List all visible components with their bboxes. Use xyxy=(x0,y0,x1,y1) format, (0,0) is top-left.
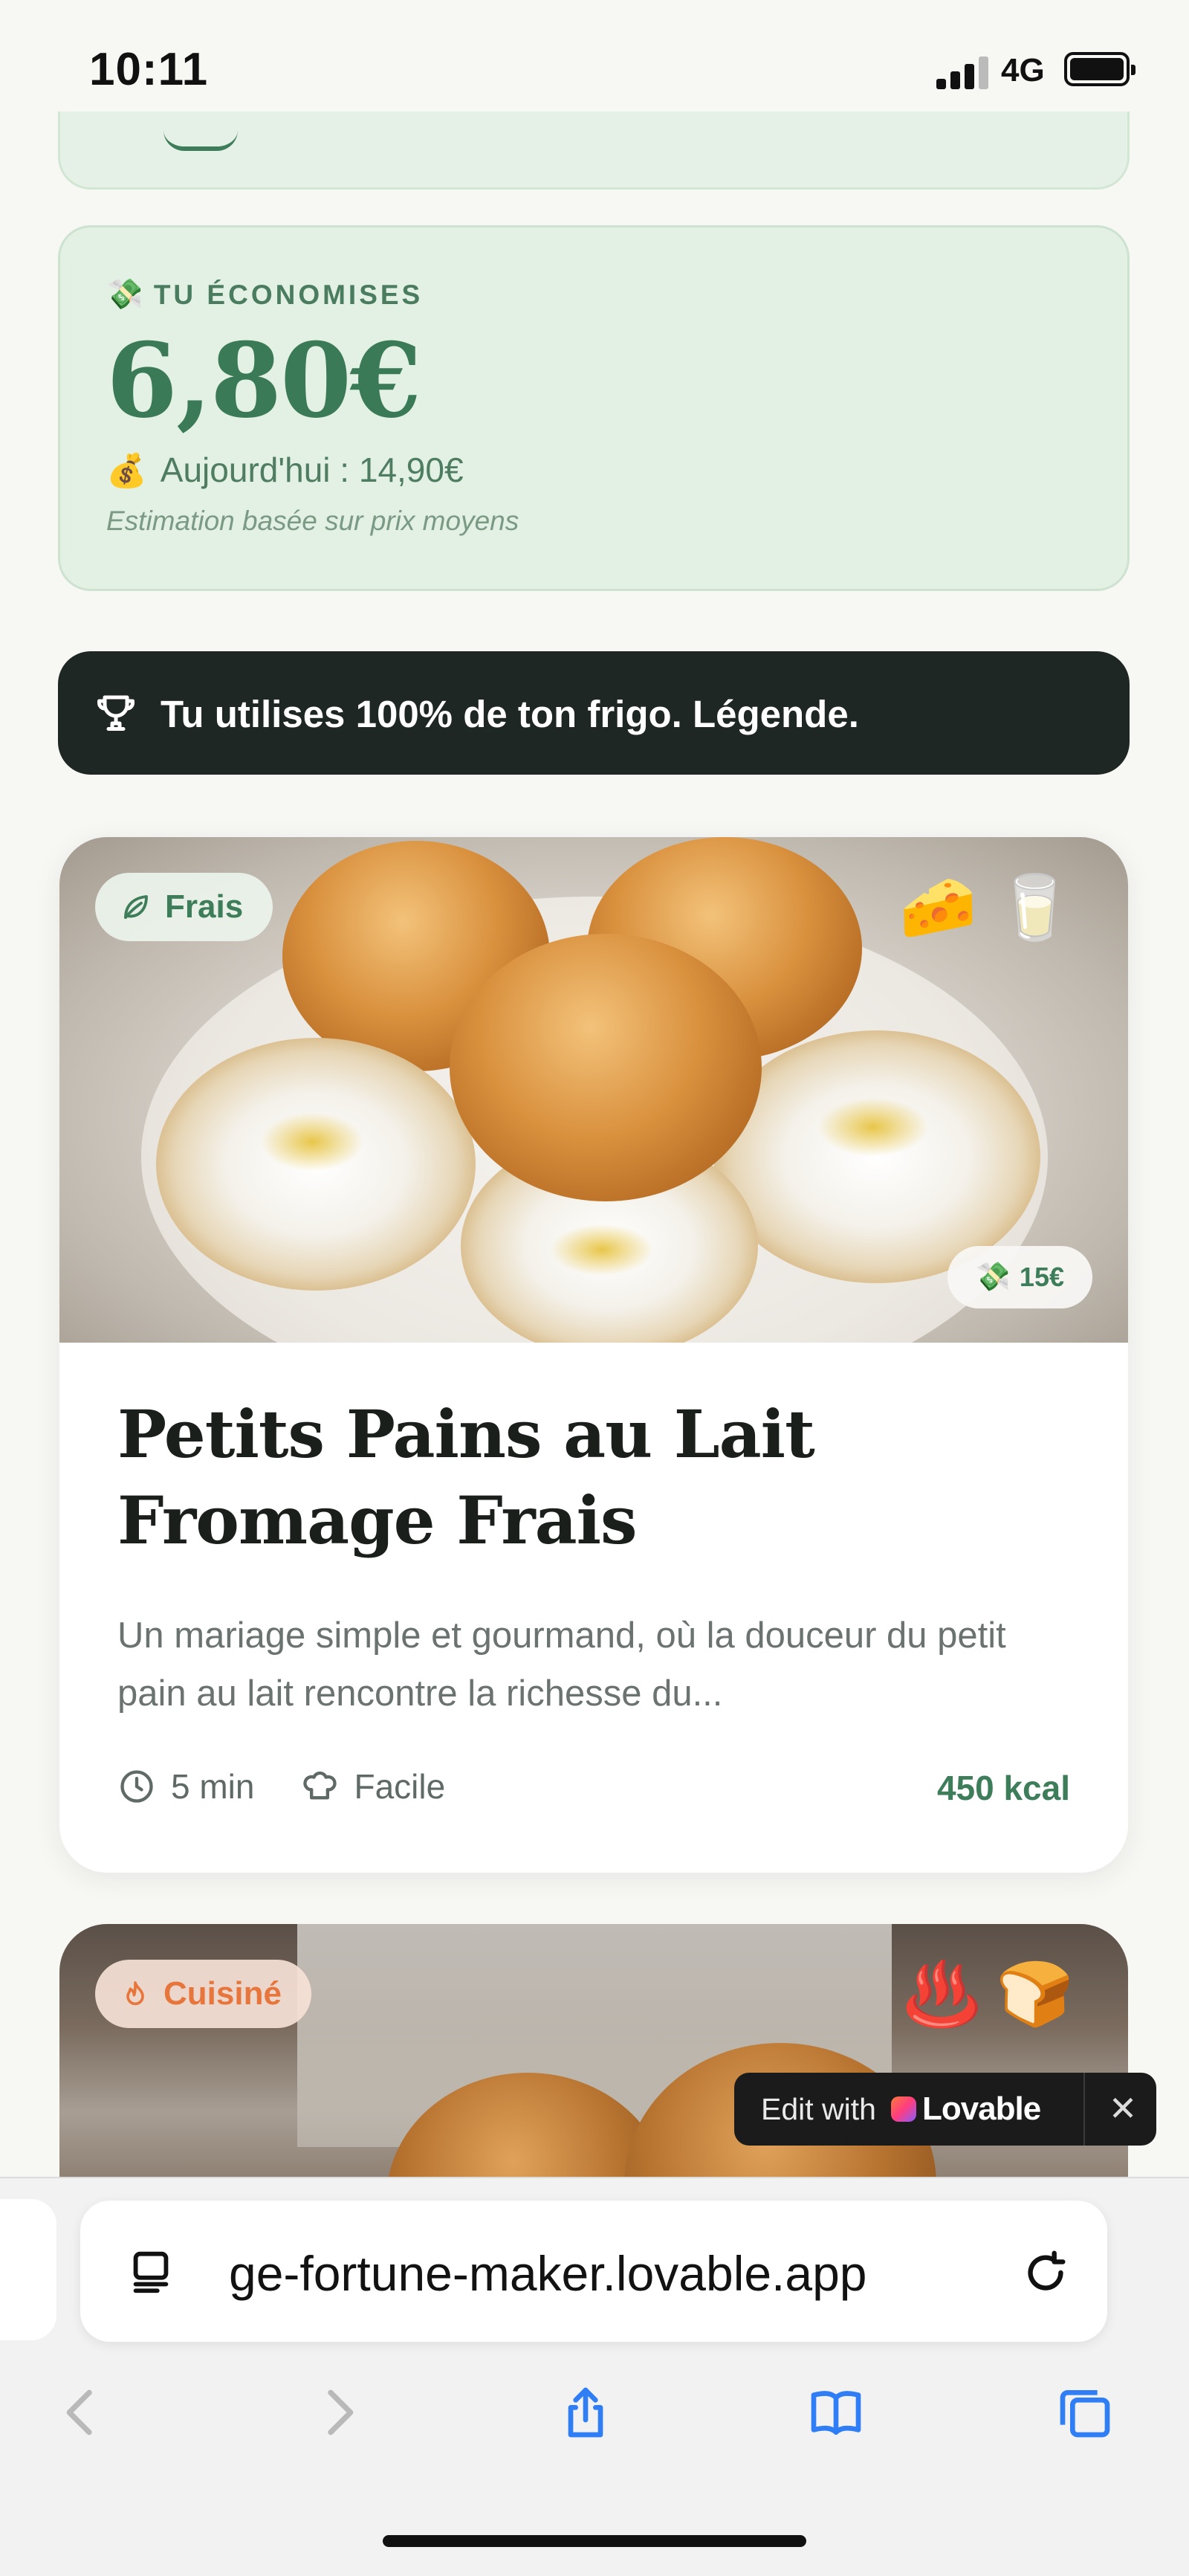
edit-with-lovable-pill[interactable]: Edit with Lovable ✕ xyxy=(734,2073,1156,2146)
flame-icon xyxy=(126,1981,144,2006)
cheese-emoji: 🧀 xyxy=(899,872,977,942)
network-label: 4G xyxy=(1001,52,1045,88)
close-icon[interactable]: ✕ xyxy=(1098,2082,1147,2135)
back-button[interactable] xyxy=(45,2372,119,2453)
recipe-meta: 5 min Facile xyxy=(117,1766,491,1807)
recipe-kcal: 450 kcal xyxy=(936,1769,1070,1807)
page-menu-icon[interactable] xyxy=(125,2245,177,2297)
share-button[interactable] xyxy=(548,2372,623,2453)
share-icon xyxy=(568,2387,603,2438)
battery-icon xyxy=(1064,52,1135,86)
bookmarks-button[interactable] xyxy=(799,2372,873,2453)
lovable-logo-icon xyxy=(890,2096,916,2122)
lovable-brand: Lovable xyxy=(921,2091,1041,2127)
money-with-wings-icon: 💸 xyxy=(106,278,143,311)
book-icon xyxy=(811,2391,861,2435)
tabs-icon xyxy=(1060,2390,1110,2438)
price-badge: 💸 15€ xyxy=(947,1246,1092,1308)
fridge-usage-banner: Tu utilises 100% de ton frigo. Légende. xyxy=(58,651,1130,775)
previous-tab-peek[interactable] xyxy=(0,2199,56,2340)
leaf-icon xyxy=(124,895,148,919)
chevron-left-icon xyxy=(66,2389,92,2435)
address-bar[interactable]: ge-fortune-maker.lovable.app xyxy=(80,2201,1107,2342)
progress-ring-fragment xyxy=(163,130,238,151)
reload-icon[interactable] xyxy=(1020,2247,1072,2299)
chef-hat-icon xyxy=(303,1771,337,1800)
recipe-difficulty: Facile xyxy=(300,1766,445,1807)
savings-today: 💰 Aujourd'hui : 14,90€ xyxy=(106,451,464,489)
url-text: ge-fortune-maker.lovable.app xyxy=(229,2246,867,2301)
hot-springs-emoji: ♨️ xyxy=(903,1959,981,2029)
edit-with-label: Edit with xyxy=(761,2091,876,2126)
recipe-time: 5 min xyxy=(117,1766,254,1807)
milk-emoji: 🥛 xyxy=(996,872,1074,942)
savings-label: 💸 TU ÉCONOMISES xyxy=(106,278,424,311)
badge-cuisine: Cuisiné xyxy=(95,1960,311,2028)
forward-button[interactable] xyxy=(301,2372,375,2453)
chevron-right-icon xyxy=(328,2389,354,2435)
signal-icon xyxy=(936,54,988,89)
status-time: 10:11 xyxy=(89,44,209,95)
recipe-image: Frais 🧀 🥛 💸 15€ xyxy=(59,837,1128,1343)
recipe-description: Un mariage simple et gourmand, où la dou… xyxy=(117,1615,1006,1714)
home-indicator xyxy=(383,2535,806,2547)
badge-frais: Frais xyxy=(95,873,273,941)
recipe-card[interactable]: Frais 🧀 🥛 💸 15€ Petits Pains au Lait Fro… xyxy=(59,837,1128,1873)
money-bag-icon: 💰 xyxy=(106,453,147,489)
bread-emoji: 🍞 xyxy=(996,1959,1074,2029)
savings-note: Estimation basée sur prix moyens xyxy=(106,506,519,536)
recipe-title: Petits Pains au Lait Fromage Frais xyxy=(117,1395,815,1559)
clock-icon xyxy=(120,1770,153,1803)
tabs-button[interactable] xyxy=(1048,2372,1122,2453)
savings-amount: 6,80€ xyxy=(106,320,421,441)
banner-text: Tu utilises 100% de ton frigo. Légende. xyxy=(161,693,859,735)
trophy-icon xyxy=(97,695,135,731)
money-with-wings-icon: 💸 xyxy=(975,1262,1011,1293)
